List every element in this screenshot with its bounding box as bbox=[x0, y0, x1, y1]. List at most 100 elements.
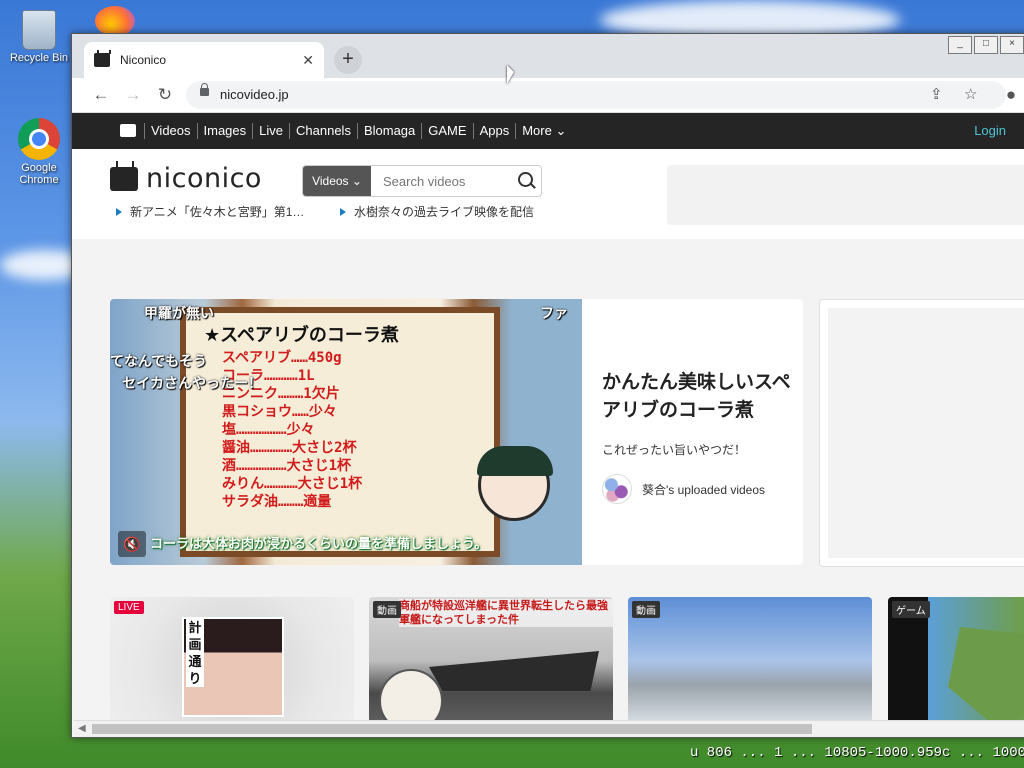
comment-overlay: セイカさんやったー！ bbox=[122, 375, 262, 391]
nav-game[interactable]: GAME bbox=[421, 123, 472, 139]
nav-live[interactable]: Live bbox=[252, 123, 289, 139]
mouse-cursor-icon bbox=[507, 65, 514, 84]
tab-strip: Niconico ✕ + _ □ × bbox=[72, 34, 1024, 78]
comment-overlay: ファ bbox=[540, 305, 568, 321]
search-category-dropdown[interactable]: Videos ⌄ bbox=[303, 166, 371, 196]
close-tab-icon[interactable]: ✕ bbox=[302, 52, 314, 69]
address-bar[interactable]: nicovideo.jp ⇪ ☆ bbox=[186, 81, 1006, 109]
featured-description: これぜったい旨いやつだ！ bbox=[602, 443, 747, 457]
recipe-line: 醤油……………大さじ2杯 bbox=[222, 440, 357, 456]
video-badge: 動画 bbox=[632, 601, 660, 618]
board-title: ★スペアリブのコーラ煮 bbox=[204, 325, 399, 345]
desktop-icon-label: Google Chrome bbox=[19, 162, 59, 186]
uploader-link[interactable]: 葵合's uploaded videos bbox=[602, 474, 792, 504]
niconico-page: Videos Images Live Channels Blomaga GAME… bbox=[72, 113, 1024, 737]
uploader-name: 葵合's uploaded videos bbox=[642, 482, 766, 497]
recipe-line: サラダ油………適量 bbox=[222, 494, 332, 510]
recycle-bin-desktop-icon[interactable]: Recycle Bin bbox=[4, 10, 74, 64]
recycle-bin-icon bbox=[22, 10, 56, 50]
maximize-button[interactable]: □ bbox=[974, 36, 998, 54]
nav-more[interactable]: More bbox=[515, 123, 572, 139]
niconico-tv-icon[interactable] bbox=[120, 124, 136, 137]
featured-video-card[interactable]: ★スペアリブのコーラ煮 スペアリブ……450g コーラ…………1L ニンニク……… bbox=[110, 299, 803, 565]
recipe-line: スペアリブ……450g bbox=[222, 350, 342, 366]
side-ad-card bbox=[819, 299, 1024, 567]
recipe-line: みりん…………大さじ1杯 bbox=[222, 476, 363, 492]
card-image-text: 商船が特設巡洋艦に異世界転生したら最強軍艦になってしまった件 bbox=[399, 599, 613, 627]
ad-banner bbox=[667, 165, 1024, 225]
niconico-tv-logo-icon bbox=[110, 160, 138, 191]
video-card[interactable]: 動画 bbox=[628, 597, 872, 737]
game-map-image bbox=[948, 627, 1024, 727]
video-card[interactable]: 計画通り LIVE bbox=[110, 597, 354, 737]
featured-video-thumbnail[interactable]: ★スペアリブのコーラ煮 スペアリブ……450g コーラ…………1L ニンニク……… bbox=[110, 299, 582, 565]
comment-overlay: 甲羅が無い bbox=[144, 305, 214, 321]
triangle-bullet-icon bbox=[340, 207, 346, 216]
tab-title: Niconico bbox=[120, 53, 167, 67]
triangle-bullet-icon bbox=[116, 207, 122, 216]
video-badge: 動画 bbox=[373, 601, 401, 618]
news-text: 新アニメ「佐々木と宮野」第1… bbox=[130, 205, 305, 219]
news-item[interactable]: 新アニメ「佐々木と宮野」第1… bbox=[116, 203, 304, 220]
lock-icon bbox=[200, 83, 209, 96]
desktop-icon-label: Recycle Bin bbox=[9, 52, 69, 64]
mute-icon[interactable]: 🔇 bbox=[118, 531, 146, 557]
window-controls: _ □ × bbox=[946, 36, 1024, 54]
scroll-left-icon[interactable]: ◀ bbox=[78, 723, 86, 734]
video-subtitle: コーラは大体お肉が浸かるくらいの量を準備しましょう。 bbox=[150, 536, 488, 551]
share-icon[interactable]: ⇪ bbox=[930, 85, 943, 103]
comment-overlay: てなんでもそう bbox=[110, 353, 208, 369]
card-image-text: 計画通り bbox=[186, 619, 204, 687]
back-icon[interactable]: ← bbox=[90, 84, 112, 106]
news-text: 水樹奈々の過去ライブ映像を配信 bbox=[354, 205, 535, 219]
browser-toolbar: ← → ↻ nicovideo.jp ⇪ ☆ ● bbox=[72, 78, 1024, 113]
nav-apps[interactable]: Apps bbox=[472, 123, 516, 139]
recipe-board: ★スペアリブのコーラ煮 スペアリブ……450g コーラ…………1L ニンニク……… bbox=[180, 307, 500, 557]
live-badge: LIVE bbox=[114, 601, 144, 614]
video-card[interactable]: 商船が特設巡洋艦に異世界転生したら最強軍艦になってしまった件 動画 bbox=[369, 597, 613, 737]
minimize-button[interactable]: _ bbox=[948, 36, 972, 54]
niconico-top-nav: Videos Images Live Channels Blomaga GAME… bbox=[72, 113, 1024, 149]
search-icon[interactable] bbox=[518, 172, 533, 187]
firefox-icon[interactable] bbox=[95, 6, 135, 36]
new-tab-button[interactable]: + bbox=[334, 46, 362, 74]
recipe-line: 塩………………少々 bbox=[222, 422, 315, 438]
recipe-line: ニンニク………1欠片 bbox=[222, 386, 340, 402]
uploader-avatar bbox=[602, 474, 632, 504]
chrome-icon bbox=[18, 118, 60, 160]
featured-title[interactable]: かんたん美味しいスペアリブのコーラ煮 bbox=[602, 369, 792, 425]
character-illustration bbox=[477, 446, 553, 521]
side-card-placeholder bbox=[828, 308, 1024, 558]
logo-text: niconico bbox=[146, 163, 262, 194]
niconico-favicon-icon bbox=[94, 53, 110, 67]
featured-info: かんたん美味しいスペアリブのコーラ煮 これぜったい旨いやつだ！ 葵合's upl… bbox=[602, 369, 792, 504]
login-link[interactable]: Login bbox=[974, 123, 1006, 138]
recipe-line: 酒………………大さじ1杯 bbox=[222, 458, 352, 474]
nav-videos[interactable]: Videos bbox=[144, 123, 197, 139]
news-item[interactable]: 水樹奈々の過去ライブ映像を配信 bbox=[340, 203, 534, 220]
niconico-logo[interactable]: niconico bbox=[110, 160, 262, 194]
nav-channels[interactable]: Channels bbox=[289, 123, 357, 139]
scrollbar-thumb[interactable] bbox=[92, 724, 812, 734]
tab-niconico[interactable]: Niconico ✕ bbox=[84, 42, 324, 78]
chrome-desktop-icon[interactable]: Google Chrome bbox=[4, 118, 74, 186]
close-window-button[interactable]: × bbox=[1000, 36, 1024, 54]
taskbar-fragment: u 806 ... 1 ... 10805-1000.959c ... 1000 bbox=[690, 745, 1024, 761]
nav-blomaga[interactable]: Blomaga bbox=[356, 123, 421, 139]
horizontal-scrollbar[interactable]: ◀ bbox=[74, 720, 1024, 737]
nav-images[interactable]: Images bbox=[196, 123, 253, 139]
search-input[interactable] bbox=[381, 166, 515, 196]
browser-window: Niconico ✕ + _ □ × ← → ↻ nicovideo.jp ⇪ … bbox=[71, 33, 1024, 738]
recipe-line: コーラ…………1L bbox=[222, 368, 315, 384]
forward-icon[interactable]: → bbox=[122, 84, 144, 106]
nav-links: Videos Images Live Channels Blomaga GAME… bbox=[144, 123, 572, 139]
reload-icon[interactable]: ↻ bbox=[154, 84, 176, 106]
video-card[interactable]: ゲーム bbox=[888, 597, 1024, 737]
site-header: niconico Videos ⌄ 新アニメ「佐々木と宮野」第1… 水樹奈々の過… bbox=[72, 149, 1024, 239]
recipe-line: 黒コショウ……少々 bbox=[222, 404, 337, 420]
url-text[interactable]: nicovideo.jp bbox=[220, 87, 289, 102]
game-badge: ゲーム bbox=[892, 601, 930, 618]
profile-icon[interactable]: ● bbox=[1000, 84, 1022, 106]
search-box: Videos ⌄ bbox=[302, 165, 542, 197]
bookmark-star-icon[interactable]: ☆ bbox=[964, 85, 977, 103]
